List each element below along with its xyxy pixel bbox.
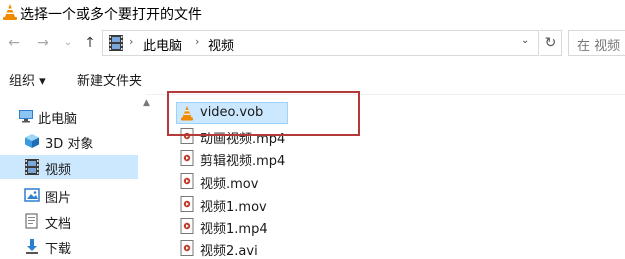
navigation-pane: 此电脑 3D 对象 视频 图片 文档 下载 xyxy=(0,94,146,257)
breadcrumb-this-pc[interactable]: 此电脑 xyxy=(143,35,182,54)
document-icon xyxy=(25,213,38,229)
address-row: ← → ⌄ ↑ › 此电脑 › 视频 ⌄ ↻ 在 视频 xyxy=(0,26,625,62)
cube-icon xyxy=(25,134,39,148)
video-file-icon xyxy=(180,240,194,256)
film-icon xyxy=(25,159,39,175)
title-bar: 选择一个或多个要打开的文件 xyxy=(0,0,625,26)
sidebar-item-downloads[interactable]: 下载 xyxy=(0,234,138,258)
sidebar-item-3d-objects[interactable]: 3D 对象 xyxy=(0,129,138,153)
address-dropdown-icon[interactable]: ⌄ xyxy=(521,35,529,46)
up-icon[interactable]: ↑ xyxy=(80,33,100,53)
film-icon xyxy=(109,35,123,51)
address-bar[interactable]: › 此电脑 › 视频 ⌄ xyxy=(102,30,539,56)
refresh-icon[interactable]: ↻ xyxy=(540,30,562,56)
breadcrumb-videos[interactable]: 视频 xyxy=(208,35,234,54)
scroll-up-icon[interactable]: ▲ xyxy=(143,98,150,108)
picture-icon xyxy=(24,188,40,202)
breadcrumb-separator[interactable]: › xyxy=(129,35,133,48)
file-name: 视频2.avi xyxy=(200,244,258,259)
file-name: 视频1.mp4 xyxy=(200,222,268,237)
download-icon xyxy=(26,239,38,254)
file-name: 视频.mov xyxy=(200,177,259,192)
vlc-cone-icon xyxy=(3,4,17,20)
file-name: 剪辑视频.mp4 xyxy=(200,154,286,169)
back-icon[interactable]: ← xyxy=(4,33,24,53)
file-name: 视频1.mov xyxy=(200,200,267,215)
search-input[interactable]: 在 视频 xyxy=(568,30,625,56)
annotation-highlight-box xyxy=(167,91,360,136)
window-title: 选择一个或多个要打开的文件 xyxy=(20,7,202,23)
video-file-icon xyxy=(180,173,194,189)
sidebar-item-label: 图片 xyxy=(45,191,72,206)
video-file-icon xyxy=(180,218,194,234)
sidebar-item-label: 视频 xyxy=(45,163,72,178)
sidebar-item-label: 3D 对象 xyxy=(45,137,94,152)
new-folder-button[interactable]: 新建文件夹 xyxy=(77,70,142,89)
sidebar-item-this-pc[interactable]: 此电脑 xyxy=(0,104,138,128)
organize-button[interactable]: 组织 ▾ xyxy=(9,70,46,89)
video-file-icon xyxy=(180,196,194,212)
breadcrumb-separator[interactable]: › xyxy=(195,35,199,48)
sidebar-item-label: 文档 xyxy=(45,217,72,232)
sidebar-item-videos[interactable]: 视频 xyxy=(0,155,138,179)
video-file-icon xyxy=(180,150,194,166)
sidebar-item-label: 此电脑 xyxy=(38,112,78,127)
sidebar-item-documents[interactable]: 文档 xyxy=(0,209,138,233)
forward-icon[interactable]: → xyxy=(33,33,53,53)
computer-icon xyxy=(19,110,33,123)
recent-locations-dropdown-icon[interactable]: ⌄ xyxy=(58,33,78,53)
sidebar-item-label: 下载 xyxy=(45,242,72,257)
sidebar-item-pictures[interactable]: 图片 xyxy=(0,183,138,207)
